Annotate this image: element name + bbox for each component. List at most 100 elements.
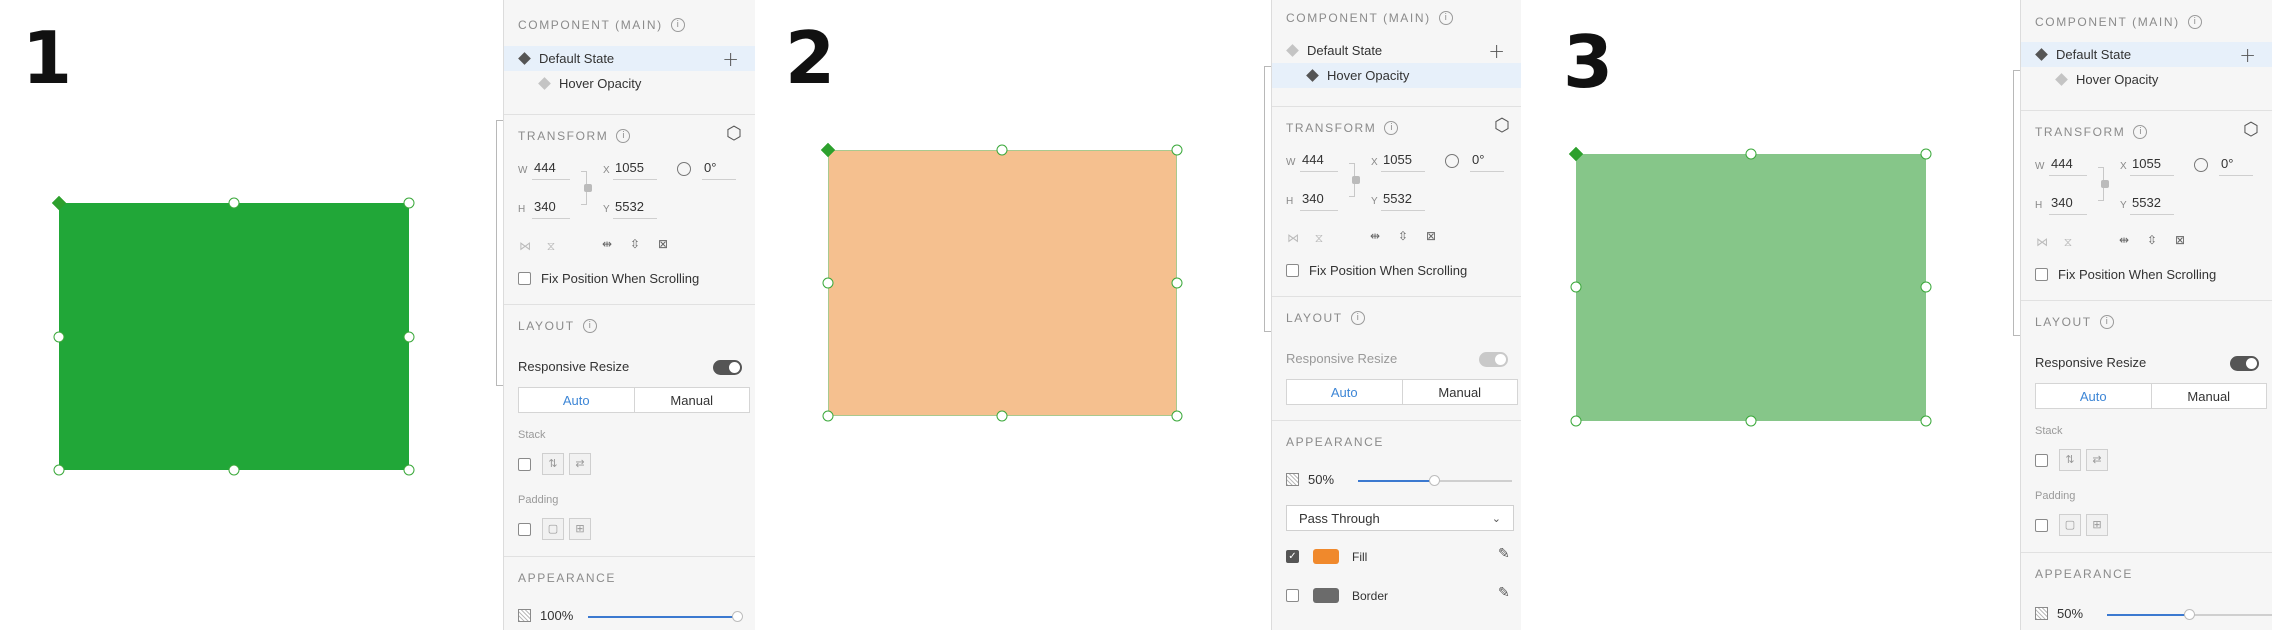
rotate-icon[interactable] — [677, 162, 691, 176]
3d-cube-icon[interactable]: ⬡ — [1494, 115, 1510, 136]
stack-horizontal-icon[interactable]: ⇄ — [569, 453, 591, 475]
info-icon[interactable]: i — [1350, 311, 1365, 325]
distribute-horizontal-icon[interactable]: ⇹ — [2117, 233, 2131, 247]
padding-single-icon[interactable]: ▢ — [542, 518, 564, 540]
opacity-input[interactable]: 100% — [540, 608, 573, 623]
add-state-icon[interactable]: + — [722, 47, 739, 71]
resize-handle-bottom[interactable] — [996, 410, 1008, 422]
opacity-slider[interactable] — [1358, 475, 1512, 486]
distribute-vertical-icon[interactable]: ⇳ — [2145, 233, 2159, 247]
width-input[interactable]: 444 — [2051, 156, 2073, 171]
resize-handle-bottom-right[interactable] — [403, 464, 415, 476]
fix-position-checkbox[interactable] — [1286, 264, 1299, 277]
flip-horizontal-icon[interactable]: ⋈ — [2035, 235, 2049, 249]
responsive-resize-toggle[interactable] — [1479, 352, 1508, 367]
flip-vertical-icon[interactable]: ⧖ — [544, 239, 558, 253]
rotate-icon[interactable] — [1445, 154, 1459, 168]
fill-color-swatch[interactable] — [1313, 549, 1339, 564]
state-row-default[interactable]: Default State + — [1272, 38, 1521, 63]
flip-horizontal-icon[interactable]: ⋈ — [518, 239, 532, 253]
height-input[interactable]: 340 — [2051, 195, 2073, 210]
auto-button[interactable]: Auto — [519, 388, 634, 412]
resize-handle-top-right[interactable] — [1920, 148, 1932, 160]
lock-aspect-icon[interactable] — [1352, 176, 1360, 184]
add-state-icon[interactable]: + — [1488, 39, 1505, 63]
stack-vertical-icon[interactable]: ⇅ — [2059, 449, 2081, 471]
resize-handle-bottom[interactable] — [228, 464, 240, 476]
padding-multiple-icon[interactable]: ⊞ — [569, 518, 591, 540]
state-row-default[interactable]: Default State + — [2021, 42, 2272, 67]
resize-handle-bottom-left[interactable] — [53, 464, 65, 476]
blend-mode-select[interactable]: Pass Through ⌄ — [1286, 505, 1514, 531]
resize-handle-bottom-right[interactable] — [1171, 410, 1183, 422]
distribute-vertical-icon[interactable]: ⇳ — [1396, 229, 1410, 243]
info-icon[interactable]: i — [2187, 15, 2202, 29]
opacity-slider[interactable] — [588, 611, 743, 622]
flip-horizontal-icon[interactable]: ⋈ — [1286, 231, 1300, 245]
fix-position-checkbox[interactable] — [2035, 268, 2048, 281]
constraints-icon[interactable]: ⊠ — [1424, 229, 1438, 243]
y-input[interactable]: 5532 — [615, 199, 644, 214]
info-icon[interactable]: i — [1438, 11, 1453, 25]
opacity-input[interactable]: 50% — [1308, 472, 1334, 487]
fix-position-checkbox[interactable] — [518, 272, 531, 285]
info-icon[interactable]: i — [2133, 125, 2148, 139]
border-checkbox[interactable] — [1286, 589, 1299, 602]
rotation-input[interactable]: 0° — [2221, 156, 2233, 171]
info-icon[interactable]: i — [2099, 315, 2114, 329]
rectangle-shape[interactable] — [828, 150, 1177, 416]
resize-handle-bottom[interactable] — [1745, 415, 1757, 427]
rotate-icon[interactable] — [2194, 158, 2208, 172]
manual-button[interactable]: Manual — [1401, 380, 1518, 404]
lock-aspect-icon[interactable] — [2101, 180, 2109, 188]
constraints-icon[interactable]: ⊠ — [2173, 233, 2187, 247]
padding-checkbox[interactable] — [2035, 519, 2048, 532]
x-input[interactable]: 1055 — [2132, 156, 2161, 171]
opacity-slider[interactable] — [2107, 609, 2272, 620]
distribute-horizontal-icon[interactable]: ⇹ — [600, 237, 614, 251]
resize-handle-bottom-right[interactable] — [1920, 415, 1932, 427]
state-row-default[interactable]: Default State + — [504, 46, 755, 71]
responsive-resize-toggle[interactable] — [713, 360, 742, 375]
manual-button[interactable]: Manual — [633, 388, 750, 412]
distribute-horizontal-icon[interactable]: ⇹ — [1368, 229, 1382, 243]
3d-cube-icon[interactable]: ⬡ — [726, 123, 742, 144]
opacity-slider-knob[interactable] — [2184, 609, 2195, 620]
resize-handle-top-right[interactable] — [1171, 144, 1183, 156]
rotation-input[interactable]: 0° — [704, 160, 716, 175]
x-input[interactable]: 1055 — [615, 160, 644, 175]
y-input[interactable]: 5532 — [1383, 191, 1412, 206]
x-input[interactable]: 1055 — [1383, 152, 1412, 167]
height-input[interactable]: 340 — [534, 199, 556, 214]
stack-checkbox[interactable] — [2035, 454, 2048, 467]
padding-single-icon[interactable]: ▢ — [2059, 514, 2081, 536]
opacity-input[interactable]: 50% — [2057, 606, 2083, 621]
rectangle-shape[interactable] — [1576, 154, 1926, 421]
resize-handle-top[interactable] — [228, 197, 240, 209]
opacity-slider-knob[interactable] — [732, 611, 743, 622]
info-icon[interactable]: i — [670, 18, 685, 32]
flip-vertical-icon[interactable]: ⧖ — [1312, 231, 1326, 245]
padding-multiple-icon[interactable]: ⊞ — [2086, 514, 2108, 536]
state-row-hover[interactable]: Hover Opacity — [2021, 67, 2272, 92]
info-icon[interactable]: i — [616, 129, 631, 143]
resize-handle-left[interactable] — [822, 277, 834, 289]
eyedropper-icon[interactable]: ✎ — [1498, 585, 1510, 601]
resize-handle-top-right[interactable] — [403, 197, 415, 209]
responsive-resize-toggle[interactable] — [2230, 356, 2259, 371]
stack-checkbox[interactable] — [518, 458, 531, 471]
resize-handle-left[interactable] — [1570, 281, 1582, 293]
stack-horizontal-icon[interactable]: ⇄ — [2086, 449, 2108, 471]
resize-handle-top[interactable] — [1745, 148, 1757, 160]
auto-button[interactable]: Auto — [2036, 384, 2151, 408]
y-input[interactable]: 5532 — [2132, 195, 2161, 210]
resize-handle-right[interactable] — [1920, 281, 1932, 293]
rotation-input[interactable]: 0° — [1472, 152, 1484, 167]
stack-vertical-icon[interactable]: ⇅ — [542, 453, 564, 475]
resize-handle-top[interactable] — [996, 144, 1008, 156]
add-state-icon[interactable]: + — [2239, 43, 2256, 67]
flip-vertical-icon[interactable]: ⧖ — [2061, 235, 2075, 249]
info-icon[interactable]: i — [1384, 121, 1399, 135]
constraints-icon[interactable]: ⊠ — [656, 237, 670, 251]
state-row-hover[interactable]: Hover Opacity — [504, 71, 755, 96]
